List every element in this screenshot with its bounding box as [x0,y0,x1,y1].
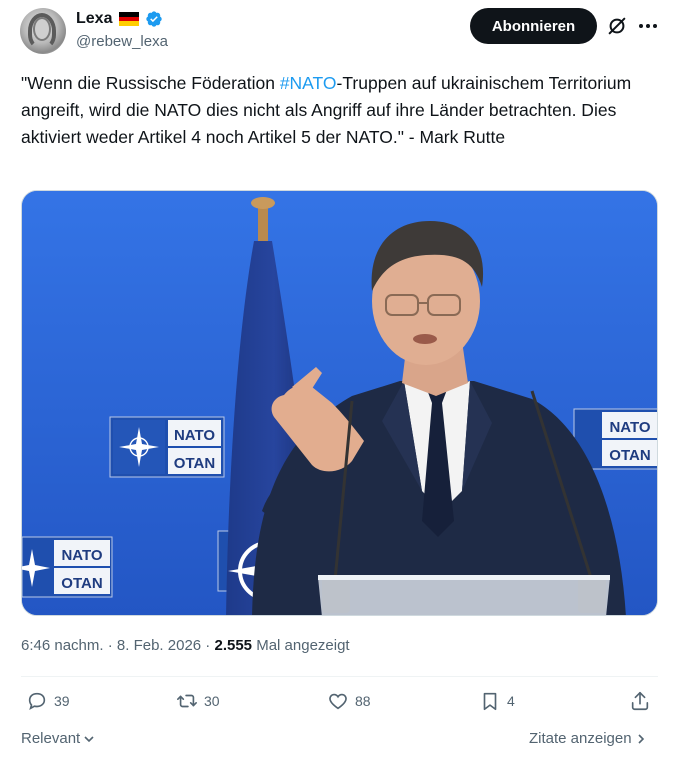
svg-text:NATO: NATO [174,427,215,444]
bookmark-button[interactable]: 4 [479,690,515,712]
tweet-image[interactable]: NATO OTAN NATO OTAN NATO OTAN [21,190,658,616]
share-button[interactable] [629,690,651,712]
chevron-right-icon [638,733,644,744]
author-handle[interactable]: @rebew_lexa [76,33,168,50]
retweet-button[interactable]: 30 [176,690,220,712]
germany-flag-icon [119,12,140,26]
svg-text:NATO: NATO [609,419,650,436]
nato-sign-left: NATO OTAN [109,416,225,478]
reply-count: 39 [54,693,70,709]
hashtag-link[interactable]: #NATO [280,73,337,93]
share-icon [631,691,649,711]
heart-icon [329,693,347,710]
retweet-count: 30 [204,693,220,709]
sort-dropdown[interactable]: Relevant [21,730,95,747]
divider [21,676,658,677]
view-quotes-link[interactable]: Zitate anzeigen [529,730,647,747]
avatar[interactable] [20,8,66,54]
svg-text:OTAN: OTAN [609,447,650,464]
grok-icon[interactable] [606,15,628,37]
subscribe-button[interactable]: Abonnieren [470,8,597,44]
tweet-text: "Wenn die Russische Föderation #NATO-Tru… [21,70,651,151]
tweet-actions: 39 30 88 4 [21,690,658,720]
author-name-row: Lexa [76,10,163,28]
tweet-text-start: "Wenn die Russische Föderation [21,73,280,93]
bookmark-icon [483,692,497,711]
like-button[interactable]: 88 [327,690,371,712]
svg-text:NATO: NATO [61,547,102,564]
tweet-time[interactable]: 6:46 nachm. [21,637,104,654]
sort-label: Relevant [21,730,81,747]
more-options-icon[interactable] [636,15,660,37]
bookmark-count: 4 [507,693,515,709]
view-count-label: Mal angezeigt [252,637,350,654]
view-count: 2.555 [214,637,253,654]
view-quotes-label: Zitate anzeigen [529,730,632,747]
tweet-date[interactable]: 8. Feb. 2026 [117,637,201,654]
tweet-meta: 6:46 nachm. · 8. Feb. 2026 · 2.555 Mal a… [21,637,350,654]
meta-separator: · [201,637,215,654]
nato-sign-bottom-left: NATO OTAN [22,536,113,598]
verified-badge-icon [146,11,163,27]
display-name[interactable]: Lexa [76,10,112,28]
tweet-card: Lexa @rebew_lexa Abonnieren "Wenn die Ru… [0,0,684,761]
reply-icon [28,692,46,711]
retweet-icon [177,694,197,708]
chevron-down-icon [84,735,94,742]
meta-separator: · [103,637,117,654]
reply-button[interactable]: 39 [26,690,70,712]
svg-text:OTAN: OTAN [61,575,102,592]
svg-text:OTAN: OTAN [174,455,215,472]
like-count: 88 [355,693,371,709]
